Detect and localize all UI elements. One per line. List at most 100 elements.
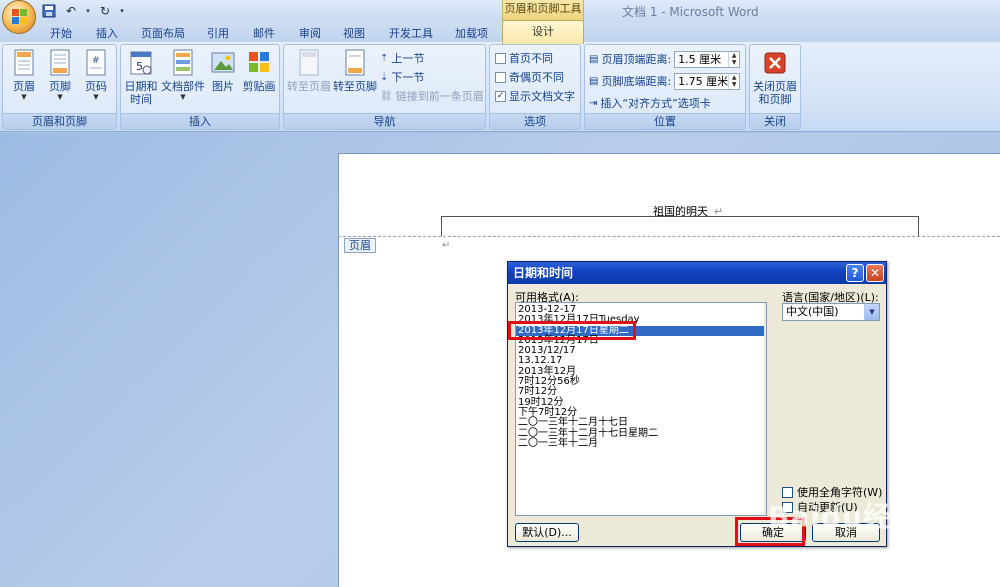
arrow-up-icon: ⇡ <box>380 52 389 64</box>
previous-section-button[interactable]: ⇡ 上一节 <box>380 49 424 67</box>
title-bar: ↶ ▾ ↻ ▾ 页眉和页脚工具 文档 1 - Microsoft Word <box>0 0 1000 22</box>
quick-parts-button[interactable]: 文档部件 ▼ <box>161 49 205 101</box>
tab-view[interactable]: 视图 <box>343 25 365 41</box>
chevron-down-icon: ▼ <box>21 93 27 101</box>
svg-text:5: 5 <box>136 60 143 73</box>
window-title: 文档 1 - Microsoft Word <box>622 5 759 19</box>
group-label: 位置 <box>585 113 745 129</box>
tab-insert[interactable]: 插入 <box>96 25 118 41</box>
link-to-previous-button[interactable]: ⛓ 链接到前一条页眉 <box>380 87 484 105</box>
language-select[interactable]: 中文(中国) ▼ <box>782 303 880 321</box>
svg-text:#: # <box>92 56 100 66</box>
footer-bottom-distance: ▤ 页脚底端距离: 1.75 厘米 ▲ ▼ <box>589 72 741 90</box>
calendar-icon: 5 <box>130 51 152 75</box>
footer-button-label: 页脚 <box>49 80 71 93</box>
goto-header-icon <box>299 49 319 76</box>
paragraph-mark-icon: ↵ <box>714 205 724 218</box>
footer-bottom-label: 页脚底端距离: <box>601 75 672 88</box>
previous-section-label: 上一节 <box>391 52 425 65</box>
clip-art-icon <box>249 52 269 72</box>
group-header-footer: 页眉 ▼ 页脚 ▼ # 页码 ▼ 页眉和页脚 <box>2 44 117 130</box>
header-tag: 页眉 <box>344 238 376 253</box>
different-odd-even-label: 奇偶页不同 <box>509 71 564 84</box>
redo-icon[interactable]: ↻ <box>96 3 114 19</box>
page-number-button-label: 页码 <box>85 80 107 93</box>
header-border <box>441 216 919 236</box>
tab-developer[interactable]: 开发工具 <box>389 25 433 41</box>
goto-footer-button[interactable]: 转至页脚 <box>333 49 377 93</box>
tab-addins[interactable]: 加载项 <box>455 25 488 41</box>
show-document-text-checkbox[interactable]: ✓ 显示文档文字 <box>495 87 575 105</box>
undo-dropdown-icon[interactable]: ▾ <box>84 3 92 19</box>
header-distance-icon: ▤ <box>589 53 599 65</box>
goto-header-button-label: 转至页眉 <box>287 80 331 93</box>
header-button[interactable]: 页眉 ▼ <box>9 49 39 101</box>
default-button[interactable]: 默认(D)... <box>515 523 579 542</box>
goto-footer-button-label: 转至页脚 <box>333 80 377 93</box>
group-label: 导航 <box>284 113 485 129</box>
page-number-button[interactable]: # 页码 ▼ <box>81 49 111 101</box>
chevron-down-icon[interactable]: ▼ <box>864 304 879 320</box>
picture-button[interactable]: 图片 <box>209 49 237 93</box>
customize-qat-icon[interactable]: ▾ <box>118 3 126 19</box>
undo-icon[interactable]: ↶ <box>62 3 80 19</box>
group-options: 首页不同 奇偶页不同 ✓ 显示文档文字 选项 <box>489 44 581 130</box>
tab-review[interactable]: 审阅 <box>299 25 321 41</box>
header-top-spinner[interactable]: 1.5 厘米 ▲ ▼ <box>674 50 741 68</box>
tab-home[interactable]: 开始 <box>50 25 72 41</box>
alignment-tab-icon: ⇥ <box>589 97 598 109</box>
header-separator <box>338 236 1000 237</box>
list-scrollbar[interactable] <box>764 303 766 515</box>
clip-art-button-label: 剪贴画 <box>242 80 276 93</box>
header-text[interactable]: 祖国的明天 ↵ <box>653 203 723 219</box>
different-odd-even-checkbox[interactable]: 奇偶页不同 <box>495 68 564 86</box>
close-header-footer-button[interactable]: 关闭页眉 和页脚 <box>752 49 798 106</box>
group-label: 插入 <box>121 113 279 129</box>
tab-design[interactable]: 设计 <box>502 20 584 44</box>
arrow-down-icon: ⇣ <box>380 71 389 83</box>
group-navigation: 转至页眉 转至页脚 ⇡ 上一节 ⇣ 下一节 ⛓ 链接到前一条页眉 导航 <box>283 44 486 130</box>
group-close: 关闭页眉 和页脚 关闭 <box>749 44 801 130</box>
tab-page-layout[interactable]: 页面布局 <box>141 25 185 41</box>
checkmark-icon: ✓ <box>495 90 506 102</box>
goto-header-button[interactable]: 转至页眉 <box>287 49 331 93</box>
checkbox-icon <box>495 52 506 64</box>
office-logo-icon <box>12 9 28 25</box>
next-section-button[interactable]: ⇣ 下一节 <box>380 68 424 86</box>
footer-icon <box>50 49 70 76</box>
language-value: 中文(中国) <box>786 305 839 318</box>
clip-art-button[interactable]: 剪贴画 <box>241 49 277 93</box>
group-label: 选项 <box>490 113 580 129</box>
contextual-tab-group: 页眉和页脚工具 <box>502 0 584 22</box>
different-first-page-checkbox[interactable]: 首页不同 <box>495 49 553 67</box>
save-icon[interactable] <box>40 3 58 19</box>
close-button[interactable]: ✕ <box>866 264 884 282</box>
quick-parts-button-label: 文档部件 <box>161 80 205 93</box>
spinner-arrows-icon[interactable]: ▲ ▼ <box>728 73 739 89</box>
watermark-logo: Baidu经验 <box>768 500 921 533</box>
watermark-url: jingyan.baidu.com <box>792 560 903 574</box>
chevron-down-icon: ▼ <box>57 93 63 101</box>
chevron-down-icon: ▼ <box>93 93 99 101</box>
spinner-arrows-icon[interactable]: ▲ ▼ <box>728 51 739 67</box>
help-button[interactable]: ? <box>846 264 864 282</box>
date-time-button[interactable]: 5 日期和 时间 <box>123 49 159 106</box>
chevron-down-icon: ▼ <box>180 93 186 101</box>
office-button[interactable] <box>2 0 36 34</box>
tab-mailings[interactable]: 邮件 <box>253 25 275 41</box>
footer-distance-icon: ▤ <box>589 75 599 87</box>
tab-references[interactable]: 引用 <box>207 25 229 41</box>
list-item[interactable]: 二〇一三年十二月 <box>516 438 766 449</box>
footer-bottom-spinner[interactable]: 1.75 厘米 ▲ ▼ <box>674 72 741 90</box>
header-top-value: 1.5 厘米 <box>678 53 722 66</box>
ribbon-tabs: 开始 插入 页面布局 引用 邮件 审阅 视图 开发工具 加载项 <box>0 22 1000 42</box>
picture-button-label: 图片 <box>212 80 234 93</box>
footer-button[interactable]: 页脚 ▼ <box>45 49 75 101</box>
insert-alignment-tab-button[interactable]: ⇥ 插入“对齐方式”选项卡 <box>589 94 711 112</box>
footer-bottom-value: 1.75 厘米 <box>678 75 729 88</box>
ribbon: 页眉 ▼ 页脚 ▼ # 页码 ▼ 页眉和页脚 5 日期和 时间 文档部件 ▼ 图… <box>0 42 1000 132</box>
header-button-label: 页眉 <box>13 80 35 93</box>
dialog-title: 日期和时间 <box>508 262 886 284</box>
page-number-icon: # <box>86 49 106 76</box>
link-to-previous-label: 链接到前一条页眉 <box>395 90 484 103</box>
